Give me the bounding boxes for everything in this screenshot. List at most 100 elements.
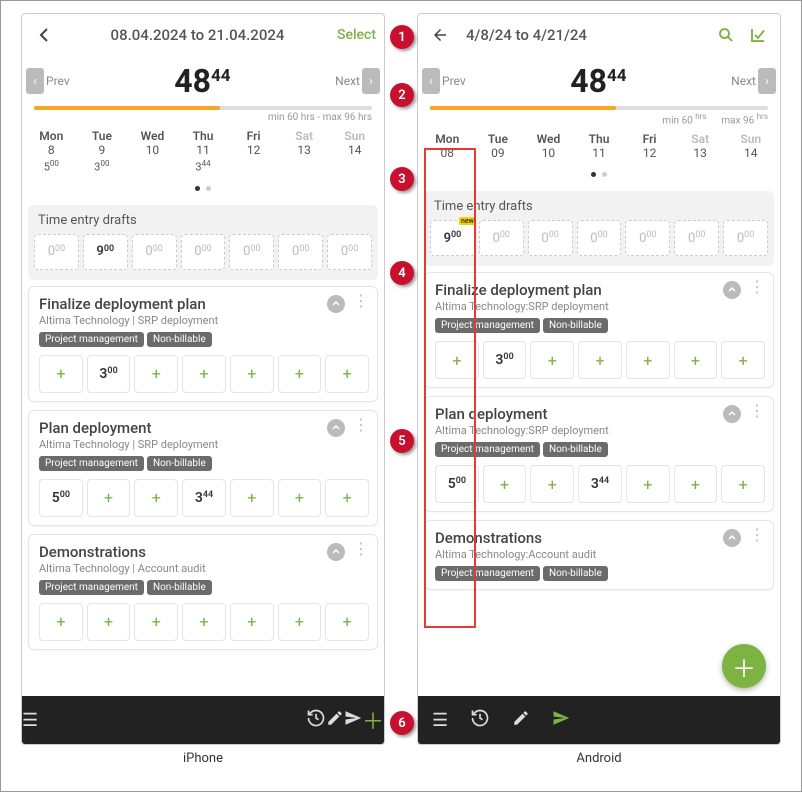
add-time-cell[interactable]: + [39, 603, 83, 641]
add-time-cell[interactable]: + [626, 465, 670, 503]
add-time-cell[interactable]: + [278, 603, 322, 641]
draft-cell[interactable]: 000 [229, 234, 274, 270]
draft-cell[interactable]: 900new [430, 220, 475, 256]
draft-cell[interactable]: 000 [278, 234, 323, 270]
day-col[interactable]: Wed10 [127, 129, 178, 174]
day-col[interactable]: Sat13 [279, 129, 330, 174]
more-icon[interactable]: ⋮ [749, 405, 765, 417]
add-time-cell[interactable]: + [134, 603, 178, 641]
time-value-cell[interactable]: 300 [87, 355, 131, 393]
draft-cell[interactable]: 000 [34, 234, 79, 270]
select-button[interactable]: Select [337, 27, 376, 43]
day-col[interactable]: Sun14 [329, 129, 380, 174]
day-col[interactable]: Mon08 [422, 132, 473, 160]
add-time-cell[interactable]: + [721, 465, 765, 503]
next-week[interactable]: Next › [731, 68, 776, 94]
add-time-cell[interactable]: + [721, 341, 765, 379]
menu-icon[interactable]: ☰ [432, 710, 448, 731]
add-time-cell[interactable]: + [134, 479, 178, 517]
day-col[interactable]: Mon8500 [26, 129, 77, 174]
add-time-cell[interactable]: + [435, 341, 479, 379]
send-icon[interactable] [344, 709, 362, 732]
add-time-cell[interactable]: + [278, 355, 322, 393]
add-time-cell[interactable]: + [87, 603, 131, 641]
draft-cell[interactable]: 000 [327, 234, 372, 270]
day-col[interactable]: Fri12 [624, 132, 675, 160]
day-col[interactable]: Wed10 [523, 132, 574, 160]
tag: Project management [39, 332, 144, 347]
more-icon[interactable]: ⋮ [749, 281, 765, 293]
add-time-cell[interactable]: + [182, 355, 226, 393]
add-time-cell[interactable]: + [530, 341, 574, 379]
more-icon[interactable]: ⋮ [353, 295, 369, 307]
add-time-cell[interactable]: + [182, 603, 226, 641]
draft-cell[interactable]: 000 [577, 220, 622, 256]
draft-cell[interactable]: 900 [83, 234, 128, 270]
tag: Non-billable [147, 332, 212, 347]
back-icon[interactable] [426, 21, 454, 49]
draft-cell[interactable]: 000 [528, 220, 573, 256]
export-icon[interactable] [744, 21, 772, 49]
time-value-cell[interactable]: 344 [578, 465, 622, 503]
status-icon[interactable] [327, 295, 345, 313]
add-time-cell[interactable]: + [39, 355, 83, 393]
prev-week[interactable]: ‹ Prev [422, 68, 466, 94]
add-time-cell[interactable]: + [278, 479, 322, 517]
send-icon[interactable] [552, 709, 570, 732]
edit-icon[interactable] [326, 709, 344, 732]
draft-cell[interactable]: 000 [181, 234, 226, 270]
back-icon[interactable] [30, 21, 58, 49]
add-time-cell[interactable]: + [134, 355, 178, 393]
history-icon[interactable] [306, 708, 326, 733]
total-hours: 4844 [174, 62, 230, 100]
draft-cell[interactable]: 000 [674, 220, 719, 256]
add-time-cell[interactable]: + [674, 465, 718, 503]
status-icon[interactable] [327, 419, 345, 437]
total-row: ‹ Prev 4844 Next › [418, 56, 780, 106]
add-time-cell[interactable]: + [230, 603, 274, 641]
drafts-panel: Time entry drafts 000900000000000000000 [28, 205, 378, 280]
time-value-cell[interactable]: 500 [435, 465, 479, 503]
more-icon[interactable]: ⋮ [749, 529, 765, 541]
prev-week[interactable]: ‹ Prev [26, 68, 70, 94]
time-value-cell[interactable]: 300 [483, 341, 527, 379]
history-icon[interactable] [470, 708, 490, 733]
date-range-title: 4/8/24 to 4/21/24 [458, 26, 708, 44]
next-week[interactable]: Next › [335, 68, 380, 94]
more-icon[interactable]: ⋮ [353, 543, 369, 555]
draft-cell[interactable]: 000 [479, 220, 524, 256]
add-time-cell[interactable]: + [626, 341, 670, 379]
add-time-cell[interactable]: + [325, 479, 369, 517]
fab-add[interactable]: ＋ [722, 644, 766, 688]
draft-cell[interactable]: 000 [723, 220, 768, 256]
time-value-cell[interactable]: 344 [182, 479, 226, 517]
add-time-cell[interactable]: + [578, 341, 622, 379]
add-time-cell[interactable]: + [483, 465, 527, 503]
topbar: 4/8/24 to 4/21/24 [418, 14, 780, 56]
add-time-cell[interactable]: + [530, 465, 574, 503]
add-time-cell[interactable]: + [230, 479, 274, 517]
add-time-cell[interactable]: + [325, 355, 369, 393]
draft-cell[interactable]: 000 [132, 234, 177, 270]
day-col[interactable]: Tue09 [473, 132, 524, 160]
menu-icon[interactable]: ☰ [22, 710, 38, 731]
task-card: Plan deploymentAltima Technology:SRP dep… [424, 396, 774, 512]
draft-cell[interactable]: 000 [625, 220, 670, 256]
status-icon[interactable] [327, 543, 345, 561]
day-col[interactable]: Thu11 [574, 132, 625, 160]
more-icon[interactable]: ⋮ [353, 419, 369, 431]
time-value-cell[interactable]: 500 [39, 479, 83, 517]
anno-6: 6 [390, 711, 414, 735]
add-time-cell[interactable]: + [230, 355, 274, 393]
day-col[interactable]: Fri12 [228, 129, 279, 174]
add-icon[interactable]: ＋ [362, 704, 384, 736]
add-time-cell[interactable]: + [325, 603, 369, 641]
edit-icon[interactable] [512, 709, 530, 732]
day-col[interactable]: Thu11344 [178, 129, 229, 174]
add-time-cell[interactable]: + [87, 479, 131, 517]
day-col[interactable]: Sun14 [725, 132, 776, 160]
day-col[interactable]: Sat13 [675, 132, 726, 160]
day-col[interactable]: Tue9300 [77, 129, 128, 174]
add-time-cell[interactable]: + [674, 341, 718, 379]
search-icon[interactable] [712, 21, 740, 49]
